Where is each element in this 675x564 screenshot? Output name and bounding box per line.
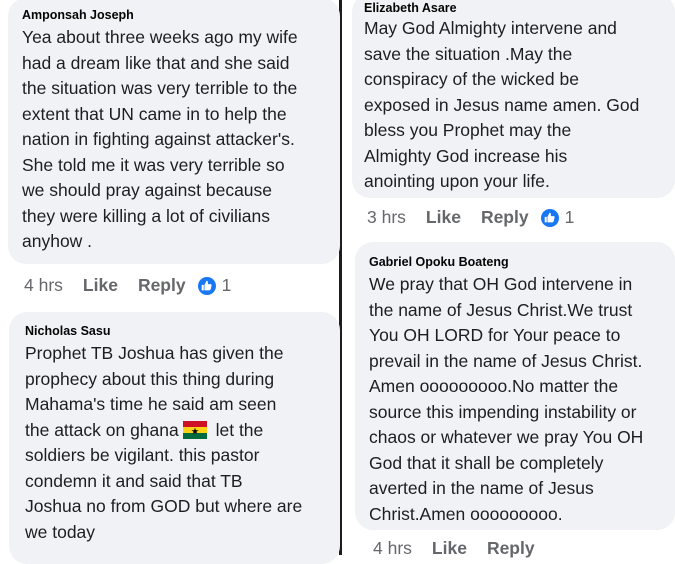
like-button[interactable]: Like	[432, 538, 467, 559]
comment-author[interactable]: Elizabeth Asare	[364, 1, 665, 15]
comment-text: We pray that OH God intervene in the nam…	[369, 274, 644, 524]
comment-bubble-amponsah: Amponsah Joseph Yea about three weeks ag…	[8, 0, 340, 264]
comment-bubble-gabriel: Gabriel Opoku Boateng We pray that OH Go…	[355, 242, 675, 530]
reaction-count[interactable]: 1	[565, 207, 575, 228]
reply-button[interactable]: Reply	[138, 275, 186, 296]
comment-actions: 3 hrs Like Reply 1	[367, 207, 574, 228]
comment-actions: 4 hrs Like Reply	[373, 538, 547, 559]
comment-text: May God Almighty intervene and save the …	[364, 18, 640, 191]
comment-bubble-nicholas: Nicholas Sasu Prophet TB Joshua has give…	[9, 312, 340, 564]
comment-actions: 4 hrs Like Reply 1	[24, 275, 231, 296]
comment-author[interactable]: Nicholas Sasu	[25, 324, 328, 338]
reply-button[interactable]: Reply	[481, 207, 529, 228]
comment-bubble-elizabeth: Elizabeth Asare May God Almighty interve…	[352, 0, 675, 198]
comment-timestamp[interactable]: 3 hrs	[367, 207, 406, 228]
comment-author[interactable]: Amponsah Joseph	[22, 8, 328, 22]
like-button[interactable]: Like	[83, 275, 118, 296]
reaction-count[interactable]: 1	[222, 275, 232, 296]
comment-text: Prophet TB Joshua has given the prophecy…	[25, 341, 328, 545]
comment-text: Yea about three weeks ago my wife had a …	[22, 27, 298, 251]
thumbs-up-icon[interactable]	[540, 208, 559, 227]
comment-timestamp[interactable]: 4 hrs	[373, 538, 412, 559]
thumbs-up-icon[interactable]	[197, 276, 216, 295]
comment-timestamp[interactable]: 4 hrs	[24, 275, 63, 296]
reply-button[interactable]: Reply	[487, 538, 535, 559]
comment-author[interactable]: Gabriel Opoku Boateng	[369, 255, 665, 269]
ghana-flag-icon	[182, 420, 207, 439]
like-button[interactable]: Like	[426, 207, 461, 228]
